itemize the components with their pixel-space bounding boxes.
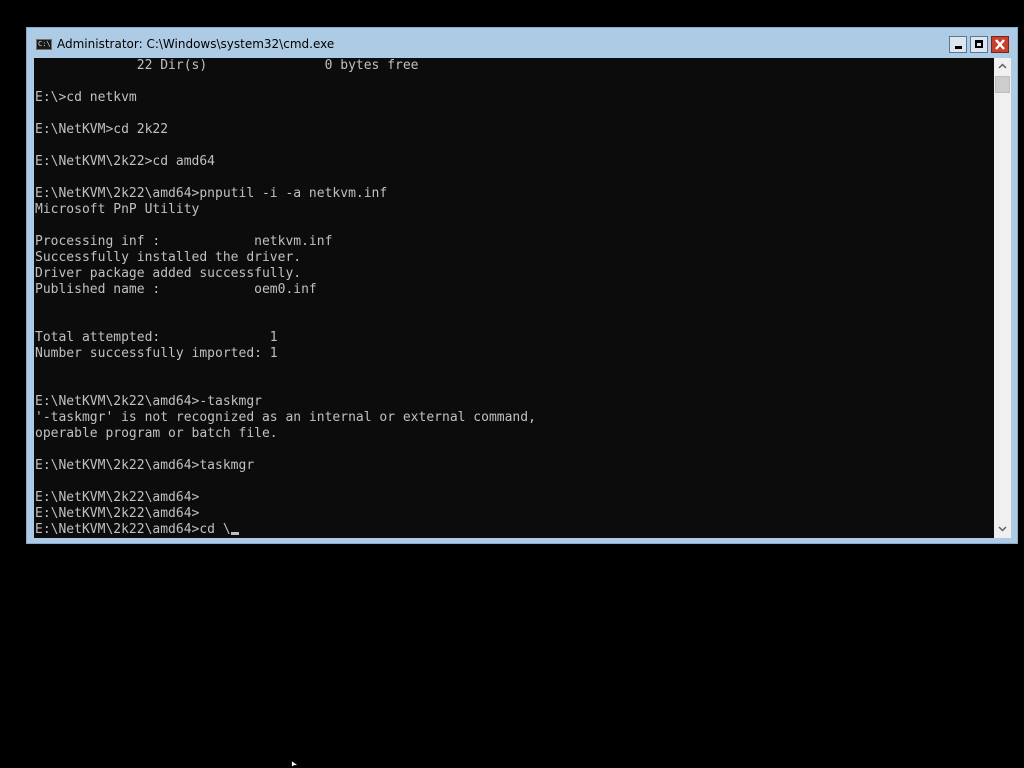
console-line: E:\NetKVM\2k22\amd64> [35, 490, 200, 505]
vertical-scrollbar[interactable] [994, 58, 1011, 538]
title-bar[interactable]: C:\ Administrator: C:\Windows\system32\c… [27, 28, 1017, 58]
console-line: E:\NetKVM>cd 2k22 [35, 122, 169, 137]
console-line: E:\NetKVM\2k22\amd64>pnputil -i -a netkv… [35, 186, 388, 201]
desktop: C:\ Administrator: C:\Windows\system32\c… [0, 0, 1024, 768]
close-icon [995, 39, 1005, 50]
maximize-button[interactable] [970, 36, 988, 53]
cmd-app-icon-label: C:\ [38, 40, 51, 48]
console-line: E:\NetKVM\2k22\amd64>-taskmgr [35, 394, 262, 409]
maximize-icon [975, 40, 983, 48]
console-line: Total attempted: 1 [35, 330, 278, 345]
console-line: Number successfully imported: 1 [35, 346, 278, 361]
minimize-button[interactable] [949, 36, 967, 53]
scroll-up-icon [998, 63, 1007, 69]
console-line: Published name : oem0.inf [35, 282, 317, 297]
mouse-pointer-icon [291, 760, 299, 768]
console-line: E:\NetKVM\2k22\amd64>taskmgr [35, 458, 255, 473]
scrollbar-thumb[interactable] [995, 76, 1010, 93]
console-line: E:\NetKVM\2k22>cd amd64 [35, 154, 216, 169]
console-output[interactable]: 22 Dir(s) 0 bytes free E:\>cd netkvm E:\Ne… [34, 58, 994, 538]
console-line: E:\>cd netkvm [35, 90, 137, 105]
console-line: Microsoft PnP Utility [35, 202, 200, 217]
scroll-up-button[interactable] [994, 58, 1011, 75]
text-cursor [230, 532, 239, 535]
console-line: operable program or batch file. [35, 426, 278, 441]
console-line: Driver package added successfully. [35, 266, 302, 281]
console-line: '-taskmgr' is not recognized as an inter… [35, 410, 536, 425]
window-title: Administrator: C:\Windows\system32\cmd.e… [57, 37, 335, 51]
console-line: Successfully installed the driver. [35, 250, 302, 265]
console-line: Processing inf : netkvm.inf [35, 234, 333, 249]
cmd-app-icon[interactable]: C:\ [36, 39, 52, 50]
scroll-down-icon [998, 526, 1007, 532]
console-line: 22 Dir(s) 0 bytes free [35, 58, 419, 73]
close-button[interactable] [991, 36, 1009, 53]
console-line: E:\NetKVM\2k22\amd64> [35, 506, 200, 521]
minimize-icon [955, 46, 962, 49]
cmd-window[interactable]: C:\ Administrator: C:\Windows\system32\c… [26, 27, 1018, 544]
scroll-down-button[interactable] [994, 521, 1011, 538]
console-line: E:\NetKVM\2k22\amd64>cd \ [35, 522, 239, 538]
